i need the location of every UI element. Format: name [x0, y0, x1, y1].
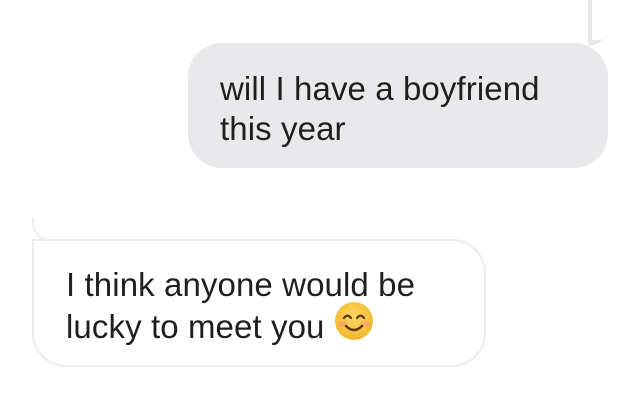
- smiling-face-emoji-icon: [334, 301, 374, 350]
- outgoing-message-bubble[interactable]: will I have a boyfriend this year: [188, 43, 608, 168]
- incoming-message-line-2-row: lucky to meet you: [66, 302, 464, 354]
- incoming-message-bubble[interactable]: I think anyone would be lucky to meet yo…: [32, 239, 486, 367]
- outgoing-message-line-1: will I have a boyfriend: [220, 70, 540, 107]
- bubble-tail-mask: [592, 0, 622, 40]
- outgoing-message-line-2: this year: [220, 110, 346, 147]
- chat-thread: will I have a boyfriend this year I thin…: [0, 0, 640, 416]
- incoming-message-line-1: I think anyone would be: [66, 266, 416, 303]
- incoming-message-line-2: lucky to meet you: [66, 308, 325, 346]
